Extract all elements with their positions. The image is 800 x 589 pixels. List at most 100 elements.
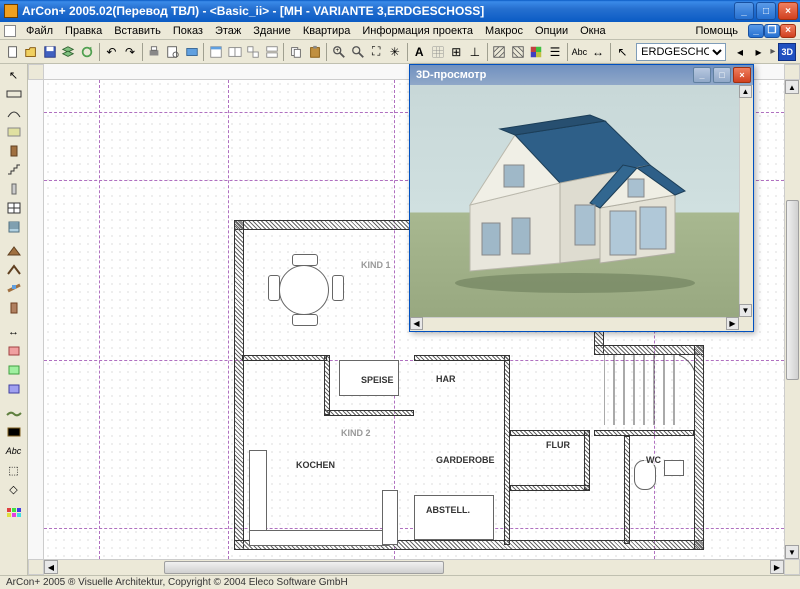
preview-3d-canvas[interactable]	[410, 85, 739, 317]
scroll-left-icon[interactable]: ◀	[44, 560, 58, 574]
tool-paste[interactable]	[306, 42, 324, 62]
scroll-up-icon[interactable]: ▲	[739, 85, 752, 98]
preview-titlebar[interactable]: 3D-просмотр _ □ ×	[410, 65, 753, 85]
tool-color[interactable]	[528, 42, 546, 62]
tool-zoom-out[interactable]	[349, 42, 367, 62]
menu-edit[interactable]: Правка	[59, 24, 108, 38]
tool-print-preview[interactable]	[164, 42, 182, 62]
palette-shape1[interactable]	[2, 342, 26, 360]
preview-scroll-v[interactable]: ▲ ▼	[739, 85, 753, 317]
scroll-right-icon[interactable]: ▶	[770, 560, 784, 574]
palette-misc1[interactable]: ⬚	[2, 461, 26, 479]
scrollbar-horizontal[interactable]: ◀ ▶	[44, 559, 784, 575]
palette-column[interactable]	[2, 180, 26, 198]
scroll-right-icon[interactable]: ▶	[726, 317, 739, 330]
tool-compass[interactable]: ✳	[386, 42, 404, 62]
menu-view[interactable]: Показ	[167, 24, 209, 38]
tool-measure[interactable]: ↔	[589, 42, 607, 62]
tool-zoom-in[interactable]: +	[330, 42, 348, 62]
palette-roof2[interactable]	[2, 261, 26, 279]
palette-shape2[interactable]	[2, 361, 26, 379]
tool-label[interactable]: Abc	[571, 42, 589, 62]
minimize-button[interactable]: _	[734, 2, 754, 20]
palette-window-grid[interactable]	[2, 199, 26, 217]
tool-layers[interactable]	[60, 42, 78, 62]
palette-library[interactable]	[2, 504, 26, 522]
tool-snap[interactable]: ⊞	[448, 42, 466, 62]
palette-terrain[interactable]	[2, 404, 26, 422]
preview-close-button[interactable]: ×	[733, 67, 751, 83]
scrollbar-vertical[interactable]: ▲ ▼	[784, 80, 800, 559]
mdi-minimize-button[interactable]: _	[748, 24, 764, 38]
palette-roof-opening[interactable]	[2, 280, 26, 298]
tool-zoom-all[interactable]: ⛶	[367, 42, 385, 62]
palette-wall[interactable]	[2, 85, 26, 103]
floor-select[interactable]: ERDGESCHOSS	[636, 43, 726, 61]
floor-prev[interactable]: ◂	[731, 42, 749, 62]
palette-select[interactable]: ↖	[2, 66, 26, 84]
tool-undo[interactable]: ↶	[103, 42, 121, 62]
scroll-down-icon[interactable]: ▼	[739, 304, 752, 317]
scroll-thumb-h[interactable]	[164, 561, 444, 574]
menu-insert[interactable]: Вставить	[108, 24, 167, 38]
tool-window1[interactable]	[207, 42, 225, 62]
tool-window2[interactable]	[226, 42, 244, 62]
preview-minimize-button[interactable]: _	[693, 67, 711, 83]
preview-scroll-h[interactable]: ◀ ▶	[410, 317, 739, 331]
scroll-left-icon[interactable]: ◀	[410, 317, 423, 330]
toolbar-overflow[interactable]: ▸	[768, 46, 777, 57]
palette-stairs[interactable]	[2, 161, 26, 179]
tool-window3[interactable]	[244, 42, 262, 62]
tool-open[interactable]	[23, 42, 41, 62]
palette-room[interactable]	[2, 123, 26, 141]
tool-grid[interactable]	[429, 42, 447, 62]
tool-hatch2[interactable]	[509, 42, 527, 62]
palette-door[interactable]	[2, 142, 26, 160]
mdi-restore-button[interactable]: ❐	[764, 24, 780, 38]
palette-text[interactable]: Abc	[2, 442, 26, 460]
palette-chimney[interactable]	[2, 299, 26, 317]
menu-macro[interactable]: Макрос	[479, 24, 529, 38]
palette-misc2[interactable]: ◇	[2, 480, 26, 498]
scroll-down-icon[interactable]: ▼	[785, 545, 799, 559]
tool-redo[interactable]: ↷	[121, 42, 139, 62]
tool-reload[interactable]	[78, 42, 96, 62]
tool-save[interactable]	[41, 42, 59, 62]
scroll-up-icon[interactable]: ▲	[785, 80, 799, 94]
tool-copy[interactable]	[287, 42, 305, 62]
tool-window4[interactable]	[263, 42, 281, 62]
preview-maximize-button[interactable]: □	[713, 67, 731, 83]
close-button[interactable]: ×	[778, 2, 798, 20]
palette-shape3[interactable]	[2, 380, 26, 398]
tool-text[interactable]: A	[410, 42, 428, 62]
tool-new[interactable]	[4, 42, 22, 62]
palette-roof1[interactable]	[2, 242, 26, 260]
palette-window-shutter[interactable]	[2, 218, 26, 236]
preview-3d-window[interactable]: 3D-просмотр _ □ ×	[409, 64, 754, 332]
guide-line[interactable]	[99, 80, 100, 559]
tool-hatch1[interactable]	[491, 42, 509, 62]
floor-next[interactable]: ▸	[750, 42, 768, 62]
tool-plot[interactable]	[183, 42, 201, 62]
tool-ortho[interactable]: ⊥	[466, 42, 484, 62]
view-3d-button[interactable]: 3D	[778, 43, 796, 61]
palette-curve[interactable]	[2, 104, 26, 122]
menu-projectinfo[interactable]: Информация проекта	[356, 24, 479, 38]
maximize-button[interactable]: □	[756, 2, 776, 20]
ruler-vertical[interactable]	[28, 80, 44, 559]
menu-options[interactable]: Опции	[529, 24, 574, 38]
menu-help[interactable]: Помощь	[690, 24, 745, 38]
palette-dimension[interactable]: ↔	[2, 323, 26, 341]
menu-windows[interactable]: Окна	[574, 24, 612, 38]
tool-pointer[interactable]: ↖	[614, 42, 632, 62]
mdi-close-button[interactable]: ×	[780, 24, 796, 38]
menu-floor[interactable]: Этаж	[209, 24, 247, 38]
tool-layer-filter[interactable]: ☰	[546, 42, 564, 62]
tool-print[interactable]	[146, 42, 164, 62]
menu-apartment[interactable]: Квартира	[297, 24, 357, 38]
menu-file[interactable]: Файл	[20, 24, 59, 38]
menu-building[interactable]: Здание	[247, 24, 297, 38]
room-label-speise: SPEISE	[359, 375, 396, 385]
palette-heightfield[interactable]	[2, 423, 26, 441]
scroll-thumb-v[interactable]	[786, 200, 799, 380]
